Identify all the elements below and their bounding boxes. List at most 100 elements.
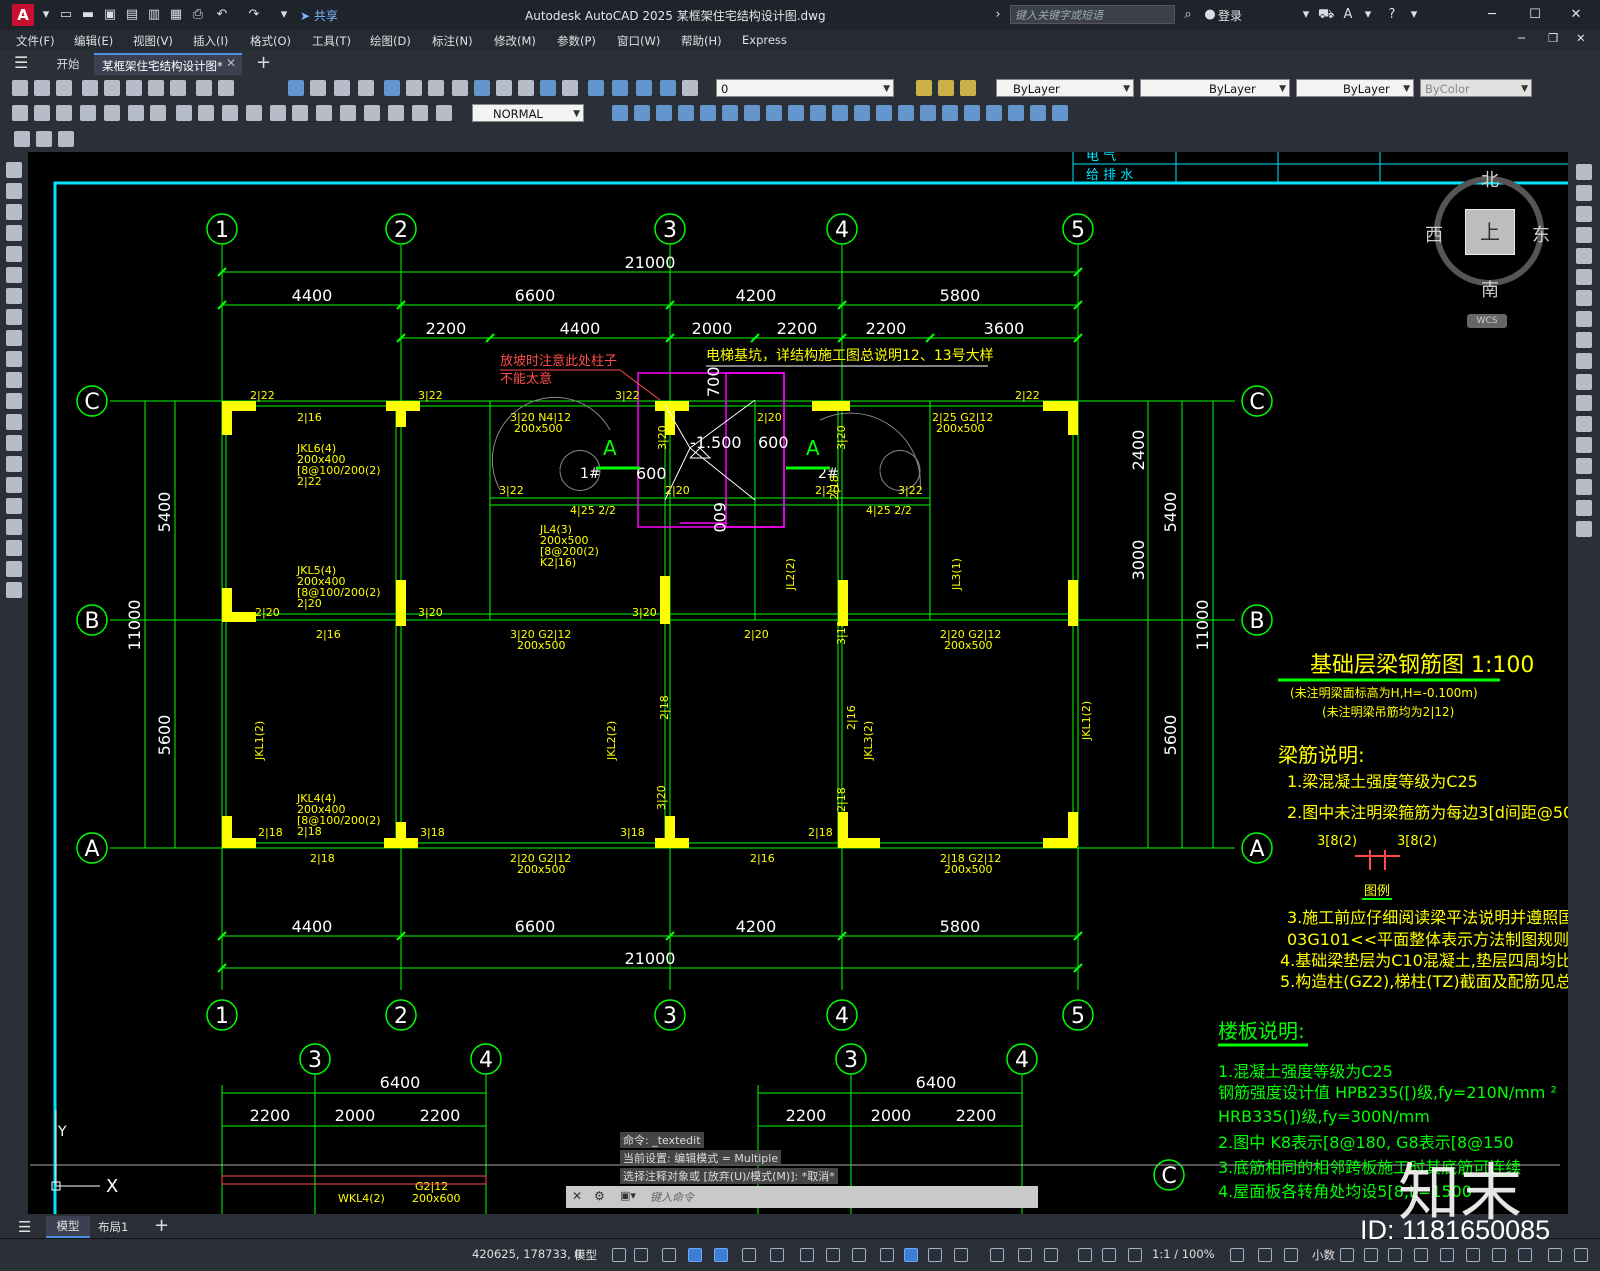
minimize-button[interactable]: ─ [1472,4,1512,26]
toolbar-tool-icon[interactable] [766,105,782,121]
drawing-canvas[interactable]: 电 气 给 排 水 1 2 3 4 5 1 2 3 4 5 C B A C B … [0,152,1600,1214]
toolbar-tool-icon[interactable] [474,80,490,96]
tab-model[interactable]: 模型 [46,1216,90,1238]
toolbar-tool-icon[interactable] [150,105,166,121]
status-toggle-icon[interactable] [1230,1248,1244,1262]
toolbar-tool-icon[interactable] [452,80,468,96]
toolbar-tool-icon[interactable] [334,80,350,96]
menu-tools[interactable]: 工具(T) [312,33,351,49]
status-toggle-icon[interactable] [928,1248,942,1262]
menu-insert[interactable]: 插入(I) [193,33,228,49]
status-toggle-icon[interactable] [770,1248,784,1262]
toolbar-tool-icon[interactable] [540,80,556,96]
toolbar-tool-icon[interactable] [916,80,932,96]
palette-tool-icon[interactable] [6,330,22,346]
annotation-scale[interactable]: 1:1 / 100% [1152,1247,1215,1261]
palette-tool-icon[interactable] [6,267,22,283]
toolbar-tool-icon[interactable] [406,80,422,96]
palette-tool-icon[interactable] [1576,458,1592,474]
status-toggle-icon[interactable] [800,1248,814,1262]
toolbar-tool-icon[interactable] [388,105,404,121]
toolbar-tool-icon[interactable] [104,105,120,121]
login-link[interactable]: 登录 [1218,7,1242,24]
toolbar-tool-icon[interactable] [246,105,262,121]
help-icon[interactable]: ? [1384,7,1400,23]
toolbar-tool-icon[interactable] [660,80,676,96]
palette-tool-icon[interactable] [1576,332,1592,348]
status-toggle-icon[interactable] [954,1248,968,1262]
toolbar-tool-icon[interactable] [636,80,652,96]
toolbar-tool-icon[interactable] [82,80,98,96]
status-toggle-icon[interactable] [1388,1248,1402,1262]
close-button[interactable]: ✕ [1556,4,1596,26]
toolbar-tool-icon[interactable] [176,105,192,121]
palette-tool-icon[interactable] [6,246,22,262]
tab-drawing[interactable]: 某框架住宅结构设计图* [94,53,242,75]
toolbar-tool-icon[interactable] [288,80,304,96]
command-input[interactable]: 键入命令 [650,1189,694,1205]
toolbar-tool-icon[interactable] [34,105,50,121]
toolbar-tool-icon[interactable] [310,80,326,96]
toolbar-tool-icon[interactable] [562,80,578,96]
toolbar-tool-icon[interactable] [126,80,142,96]
user-icon[interactable]: ● [1202,7,1218,23]
doc-close-button[interactable]: ✕ [1576,31,1586,45]
toolbar-tool-icon[interactable] [12,80,28,96]
menu-dimension[interactable]: 标注(N) [432,33,473,49]
layer-dropdown[interactable]: 0 ▼ [716,79,894,97]
status-toggle-icon[interactable] [1340,1248,1354,1262]
toolbar-tool-icon[interactable] [1052,105,1068,121]
toolbar-tool-icon[interactable] [358,80,374,96]
status-toggle-icon[interactable] [1044,1248,1058,1262]
status-toggle-icon[interactable] [1518,1248,1532,1262]
doc-restore-button[interactable]: ❐ [1548,31,1558,45]
toolbar-tool-icon[interactable] [898,105,914,121]
palette-tool-icon[interactable] [6,183,22,199]
status-toggle-icon[interactable] [852,1248,866,1262]
status-toggle-icon[interactable] [1574,1248,1588,1262]
palette-tool-icon[interactable] [1576,395,1592,411]
save-icon[interactable]: ▣ [102,7,118,23]
open-icon[interactable]: ▬ [80,7,96,23]
toolbar-tool-icon[interactable] [148,80,164,96]
status-toggle-icon[interactable] [1440,1248,1454,1262]
tab-start[interactable]: 开始 [46,53,90,75]
recent-commands-icon[interactable]: ▣▾ [620,1189,636,1202]
chevron-down-icon[interactable]: ▾ [1298,7,1314,23]
palette-tool-icon[interactable] [6,204,22,220]
toolbar-tool-icon[interactable] [218,80,234,96]
customize-icon[interactable]: ▾ [276,7,292,23]
toolbar-tool-icon[interactable] [588,80,604,96]
new-icon[interactable]: ▭ [58,7,74,23]
toolbar-tool-icon[interactable] [1008,105,1024,121]
toolbar-tool-icon[interactable] [700,105,716,121]
palette-tool-icon[interactable] [6,582,22,598]
close-tab-icon[interactable]: ✕ [226,56,236,70]
menu-modify[interactable]: 修改(M) [494,33,536,49]
toolbar-tool-icon[interactable] [964,105,980,121]
viewcube-south[interactable]: 南 [1481,276,1499,302]
palette-tool-icon[interactable] [1576,164,1592,180]
menu-parametric[interactable]: 参数(P) [557,33,596,49]
status-toggle-icon[interactable] [1018,1248,1032,1262]
toolbar-tool-icon[interactable] [58,131,74,147]
toolbar-tool-icon[interactable] [854,105,870,121]
status-toggle-icon[interactable] [880,1248,894,1262]
color-dropdown[interactable]: ByLayer ▼ [996,79,1134,97]
app-menu-chevron-icon[interactable]: ▾ [38,7,54,23]
menu-edit[interactable]: 编辑(E) [74,33,113,49]
palette-tool-icon[interactable] [6,477,22,493]
status-toggle-icon[interactable] [1128,1248,1142,1262]
palette-tool-icon[interactable] [1576,437,1592,453]
save-as-icon[interactable]: ▤ [124,7,140,23]
toolbar-tool-icon[interactable] [56,80,72,96]
linetype-dropdown[interactable]: ByLayer ▼ [1140,79,1290,97]
status-toggle-icon[interactable] [1102,1248,1116,1262]
palette-tool-icon[interactable] [6,372,22,388]
status-toggle-icon[interactable] [904,1248,918,1262]
palette-tool-icon[interactable] [6,498,22,514]
menu-express[interactable]: Express [742,33,787,47]
toolbar-tool-icon[interactable] [788,105,804,121]
toolbar-tool-icon[interactable] [104,80,120,96]
menu-draw[interactable]: 绘图(D) [370,33,411,49]
